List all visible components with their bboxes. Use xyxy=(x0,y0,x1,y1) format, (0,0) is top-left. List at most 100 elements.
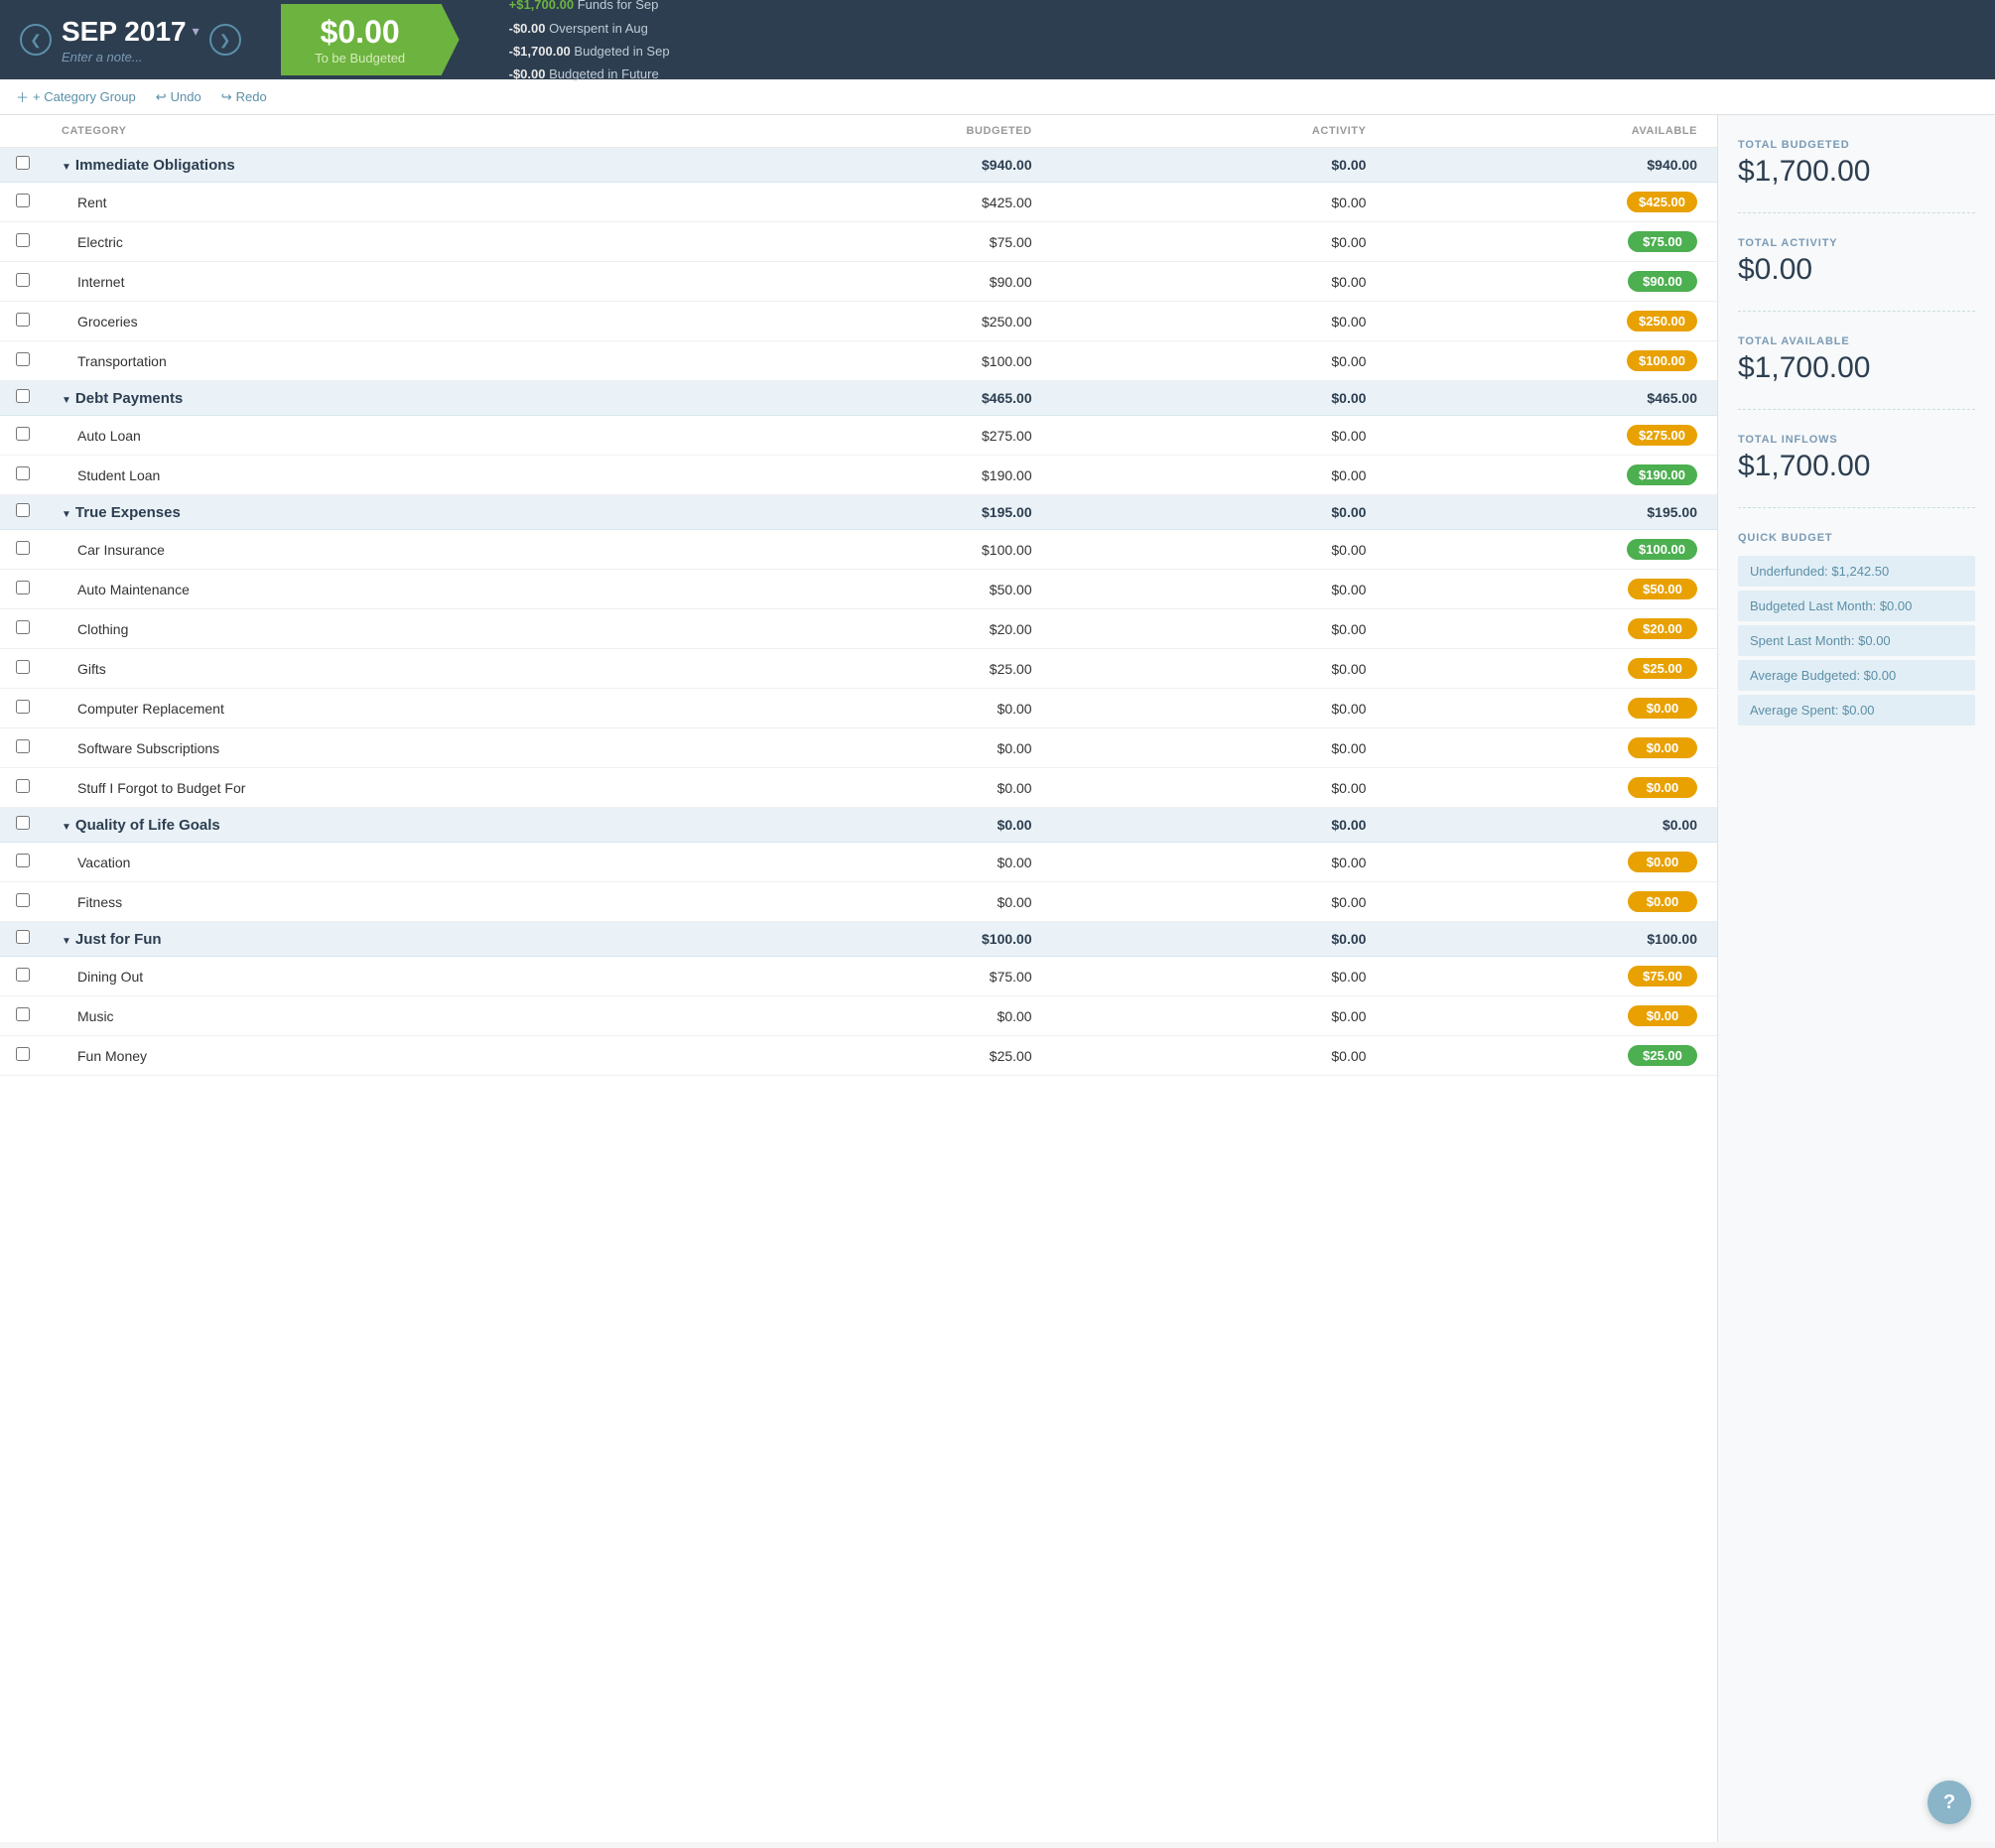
category-budgeted[interactable]: $75.00 xyxy=(713,957,1047,996)
category-available[interactable]: $20.00 xyxy=(1382,609,1717,649)
group-row[interactable]: ▼Debt Payments $465.00 $0.00 $465.00 xyxy=(0,381,1717,416)
prev-month-button[interactable]: ❮ xyxy=(20,24,52,56)
category-available[interactable]: $0.00 xyxy=(1382,882,1717,922)
available-badge[interactable]: $250.00 xyxy=(1627,311,1697,331)
table-row[interactable]: Music $0.00 $0.00 $0.00 xyxy=(0,996,1717,1036)
category-budgeted[interactable]: $0.00 xyxy=(713,843,1047,882)
category-checkbox[interactable] xyxy=(16,352,30,366)
table-row[interactable]: Computer Replacement $0.00 $0.00 $0.00 xyxy=(0,689,1717,728)
collapse-triangle[interactable]: ▼ xyxy=(62,936,71,947)
category-budgeted[interactable]: $0.00 xyxy=(713,689,1047,728)
add-category-group-button[interactable]: ＋ + Category Group xyxy=(16,87,136,106)
category-checkbox[interactable] xyxy=(16,660,30,674)
category-available[interactable]: $100.00 xyxy=(1382,530,1717,570)
available-badge[interactable]: $20.00 xyxy=(1628,618,1697,639)
category-checkbox[interactable] xyxy=(16,700,30,714)
help-button[interactable]: ? xyxy=(1928,1781,1971,1824)
category-available[interactable]: $25.00 xyxy=(1382,1036,1717,1076)
table-row[interactable]: Car Insurance $100.00 $0.00 $100.00 xyxy=(0,530,1717,570)
available-badge[interactable]: $0.00 xyxy=(1628,698,1697,719)
category-checkbox[interactable] xyxy=(16,1007,30,1021)
table-row[interactable]: Internet $90.00 $0.00 $90.00 xyxy=(0,262,1717,302)
table-row[interactable]: Groceries $250.00 $0.00 $250.00 xyxy=(0,302,1717,341)
group-checkbox[interactable] xyxy=(16,816,30,830)
available-badge[interactable]: $0.00 xyxy=(1628,891,1697,912)
table-row[interactable]: Gifts $25.00 $0.00 $25.00 xyxy=(0,649,1717,689)
category-checkbox[interactable] xyxy=(16,779,30,793)
available-badge[interactable]: $25.00 xyxy=(1628,1045,1697,1066)
collapse-triangle[interactable]: ▼ xyxy=(62,162,71,173)
available-badge[interactable]: $425.00 xyxy=(1627,192,1697,212)
available-badge[interactable]: $25.00 xyxy=(1628,658,1697,679)
group-row[interactable]: ▼Quality of Life Goals $0.00 $0.00 $0.00 xyxy=(0,808,1717,843)
quick-budget-item[interactable]: Average Budgeted: $0.00 xyxy=(1738,660,1975,691)
available-badge[interactable]: $75.00 xyxy=(1628,231,1697,252)
category-checkbox[interactable] xyxy=(16,968,30,982)
group-checkbox[interactable] xyxy=(16,930,30,944)
available-badge[interactable]: $90.00 xyxy=(1628,271,1697,292)
collapse-triangle[interactable]: ▼ xyxy=(62,395,71,406)
redo-button[interactable]: ↪ Redo xyxy=(221,89,267,105)
category-checkbox[interactable] xyxy=(16,466,30,480)
category-budgeted[interactable]: $100.00 xyxy=(713,530,1047,570)
category-budgeted[interactable]: $20.00 xyxy=(713,609,1047,649)
category-checkbox[interactable] xyxy=(16,581,30,594)
category-checkbox[interactable] xyxy=(16,273,30,287)
table-row[interactable]: Fun Money $25.00 $0.00 $25.00 xyxy=(0,1036,1717,1076)
group-row[interactable]: ▼Immediate Obligations $940.00 $0.00 $94… xyxy=(0,148,1717,183)
group-checkbox[interactable] xyxy=(16,503,30,517)
available-badge[interactable]: $100.00 xyxy=(1627,539,1697,560)
category-budgeted[interactable]: $275.00 xyxy=(713,416,1047,456)
category-checkbox[interactable] xyxy=(16,541,30,555)
category-checkbox[interactable] xyxy=(16,620,30,634)
category-budgeted[interactable]: $25.00 xyxy=(713,1036,1047,1076)
category-available[interactable]: $75.00 xyxy=(1382,957,1717,996)
quick-budget-item[interactable]: Underfunded: $1,242.50 xyxy=(1738,556,1975,587)
category-budgeted[interactable]: $0.00 xyxy=(713,882,1047,922)
category-available[interactable]: $0.00 xyxy=(1382,768,1717,808)
category-available[interactable]: $275.00 xyxy=(1382,416,1717,456)
available-badge[interactable]: $100.00 xyxy=(1627,350,1697,371)
collapse-triangle[interactable]: ▼ xyxy=(62,822,71,833)
group-row[interactable]: ▼True Expenses $195.00 $0.00 $195.00 xyxy=(0,495,1717,530)
available-badge[interactable]: $50.00 xyxy=(1628,579,1697,599)
available-badge[interactable]: $0.00 xyxy=(1628,852,1697,872)
table-row[interactable]: Software Subscriptions $0.00 $0.00 $0.00 xyxy=(0,728,1717,768)
category-available[interactable]: $100.00 xyxy=(1382,341,1717,381)
month-dropdown-icon[interactable]: ▾ xyxy=(193,23,200,40)
category-budgeted[interactable]: $250.00 xyxy=(713,302,1047,341)
table-row[interactable]: Auto Maintenance $50.00 $0.00 $50.00 xyxy=(0,570,1717,609)
next-month-button[interactable]: ❯ xyxy=(209,24,241,56)
category-budgeted[interactable]: $75.00 xyxy=(713,222,1047,262)
group-checkbox[interactable] xyxy=(16,156,30,170)
category-available[interactable]: $250.00 xyxy=(1382,302,1717,341)
quick-budget-item[interactable]: Spent Last Month: $0.00 xyxy=(1738,625,1975,656)
category-checkbox[interactable] xyxy=(16,854,30,867)
quick-budget-item[interactable]: Budgeted Last Month: $0.00 xyxy=(1738,591,1975,621)
group-row[interactable]: ▼Just for Fun $100.00 $0.00 $100.00 xyxy=(0,922,1717,957)
table-row[interactable]: Transportation $100.00 $0.00 $100.00 xyxy=(0,341,1717,381)
table-row[interactable]: Fitness $0.00 $0.00 $0.00 xyxy=(0,882,1717,922)
table-row[interactable]: Clothing $20.00 $0.00 $20.00 xyxy=(0,609,1717,649)
category-budgeted[interactable]: $90.00 xyxy=(713,262,1047,302)
category-budgeted[interactable]: $190.00 xyxy=(713,456,1047,495)
collapse-triangle[interactable]: ▼ xyxy=(62,509,71,520)
category-budgeted[interactable]: $25.00 xyxy=(713,649,1047,689)
category-available[interactable]: $0.00 xyxy=(1382,728,1717,768)
category-budgeted[interactable]: $425.00 xyxy=(713,183,1047,222)
category-available[interactable]: $0.00 xyxy=(1382,996,1717,1036)
table-row[interactable]: Auto Loan $275.00 $0.00 $275.00 xyxy=(0,416,1717,456)
category-available[interactable]: $75.00 xyxy=(1382,222,1717,262)
to-be-budgeted[interactable]: $0.00 To be Budgeted xyxy=(281,4,460,75)
category-checkbox[interactable] xyxy=(16,313,30,327)
category-budgeted[interactable]: $0.00 xyxy=(713,768,1047,808)
table-row[interactable]: Stuff I Forgot to Budget For $0.00 $0.00… xyxy=(0,768,1717,808)
category-available[interactable]: $425.00 xyxy=(1382,183,1717,222)
available-badge[interactable]: $275.00 xyxy=(1627,425,1697,446)
category-available[interactable]: $0.00 xyxy=(1382,689,1717,728)
quick-budget-item[interactable]: Average Spent: $0.00 xyxy=(1738,695,1975,726)
available-badge[interactable]: $75.00 xyxy=(1628,966,1697,987)
table-row[interactable]: Rent $425.00 $0.00 $425.00 xyxy=(0,183,1717,222)
month-note[interactable]: Enter a note... xyxy=(62,50,200,65)
available-badge[interactable]: $190.00 xyxy=(1627,464,1697,485)
